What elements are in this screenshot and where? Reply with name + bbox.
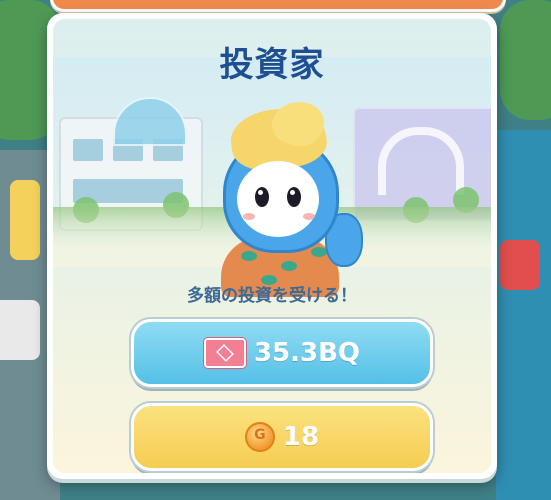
investor-dialog: 投資家 多額の投資を受ける！ 35.3BQ 18 (47, 13, 497, 479)
character-face (237, 161, 319, 237)
building (0, 300, 40, 360)
building (500, 240, 540, 290)
ticket-icon (203, 338, 246, 368)
dialog-title: 投資家 (219, 45, 325, 85)
ticket-cost-label: 35.3BQ (253, 338, 361, 368)
dialog-subtitle: 多額の投資を受ける！ (187, 286, 357, 306)
water (496, 130, 551, 500)
coin-cost-label: 18 (282, 422, 320, 452)
dialog-body: 投資家 多額の投資を受ける！ 35.3BQ 18 (53, 19, 491, 473)
invest-coin-button[interactable]: 18 (131, 403, 433, 471)
invest-ticket-button[interactable]: 35.3BQ (131, 319, 433, 387)
arch-illustration (378, 127, 464, 195)
building (10, 180, 40, 260)
previous-panel-edge (50, 0, 506, 12)
character-eye (287, 187, 301, 207)
investor-character (203, 93, 363, 297)
coin-icon (244, 422, 275, 452)
grass-patch (500, 0, 551, 120)
character-eye (255, 187, 269, 207)
